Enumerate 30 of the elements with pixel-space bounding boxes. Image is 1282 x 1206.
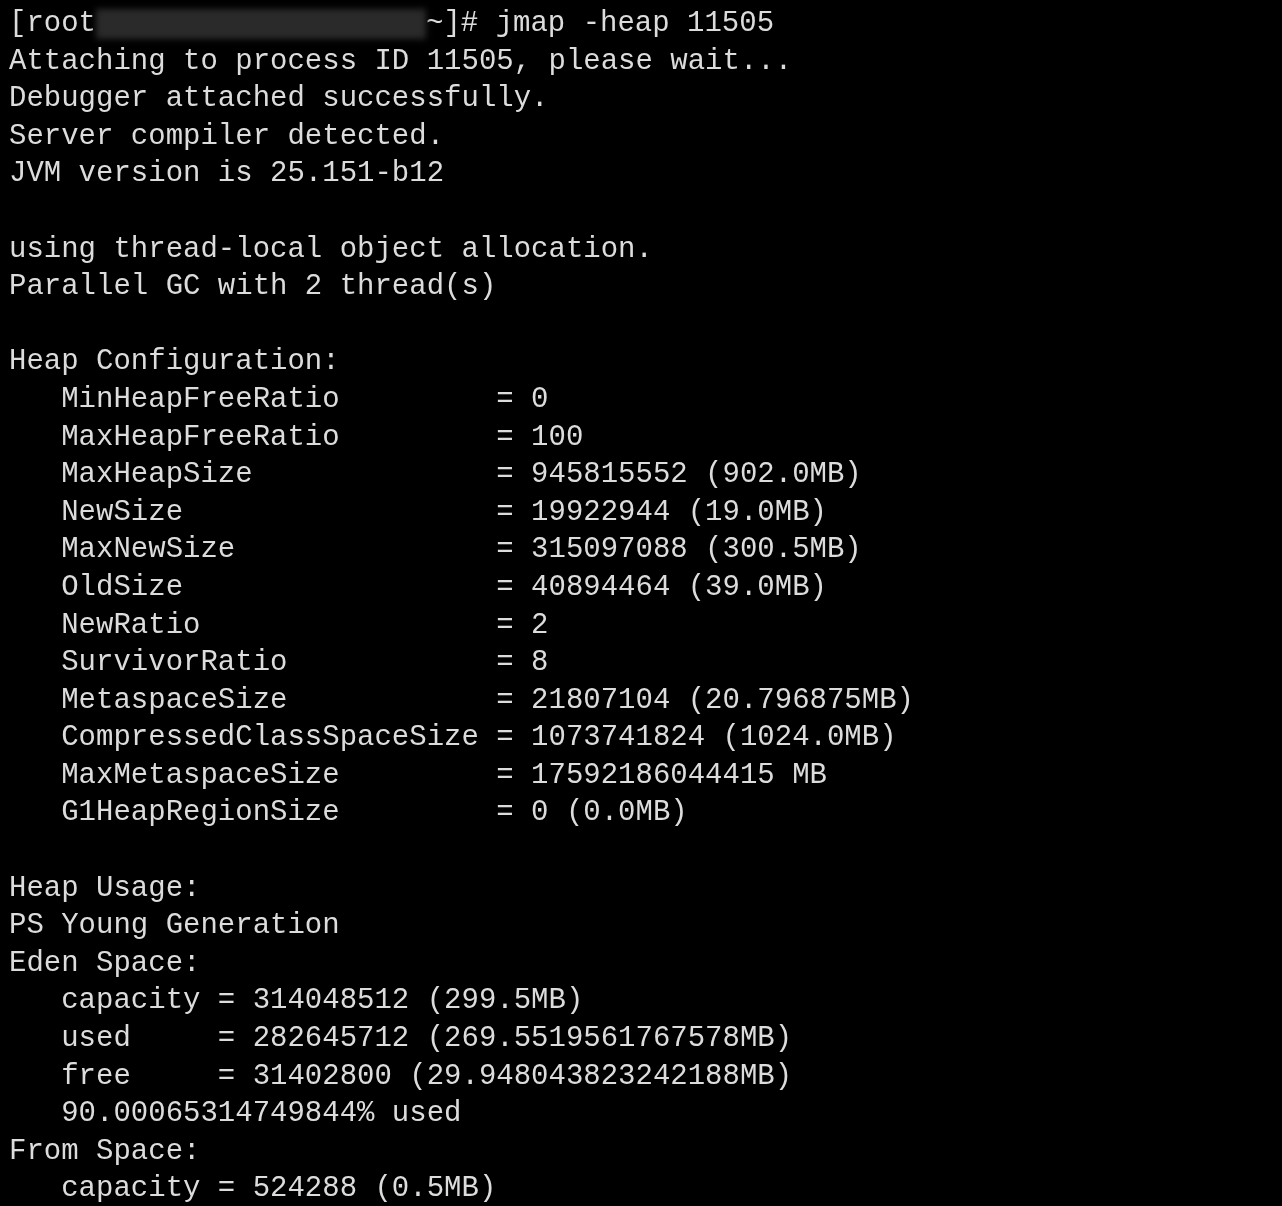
- prompt-user: [root: [9, 6, 96, 42]
- command-text: ~]# jmap -heap 11505: [426, 6, 775, 42]
- terminal-line: MaxHeapSize = 945815552 (902.0MB): [60, 457, 863, 494]
- terminal-line: using thread-local object allocation.: [9, 231, 654, 268]
- terminal-line: Server compiler detected.: [9, 118, 446, 155]
- terminal-line: Eden Space:: [9, 945, 202, 982]
- terminal-line: free = 31402800 (29.948043823242188MB): [60, 1058, 794, 1095]
- terminal-line: JVM version is 25.151-b12: [9, 156, 446, 193]
- terminal-line: OldSize = 40894464 (39.0MB): [60, 569, 828, 606]
- terminal-line: used = 282645712 (269.5519561767578MB): [60, 1021, 794, 1058]
- terminal-line: MinHeapFreeRatio = 0: [60, 381, 550, 418]
- terminal-line: NewRatio = 2: [60, 607, 550, 644]
- terminal-line: MaxMetaspaceSize = 17592186044415 MB: [60, 757, 828, 794]
- terminal-line: CompressedClassSpaceSize = 1073741824 (1024.0MB): [60, 720, 898, 757]
- terminal-line: MetaspaceSize = 21807104 (20.796875MB): [60, 682, 915, 719]
- terminal-line: SurvivorRatio = 8: [60, 645, 550, 682]
- terminal-line: Heap Configuration:: [9, 344, 341, 381]
- terminal-line: NewSize = 19922944 (19.0MB): [60, 494, 828, 531]
- terminal-line: Heap Usage:: [9, 870, 202, 907]
- terminal-line: PS Young Generation: [9, 908, 341, 945]
- terminal-line: MaxHeapFreeRatio = 100: [60, 419, 585, 456]
- terminal-line: G1HeapRegionSize = 0 (0.0MB): [60, 795, 689, 832]
- terminal-line: From Space:: [9, 1133, 202, 1170]
- terminal-line: MaxNewSize = 315097088 (300.5MB): [60, 532, 863, 569]
- terminal-line: Attaching to process ID 11505, please wait...: [9, 43, 794, 80]
- terminal-line: capacity = 524288 (0.5MB): [60, 1171, 498, 1206]
- terminal-line: Debugger attached successfully.: [9, 81, 550, 118]
- terminal-line: capacity = 314048512 (299.5MB): [60, 983, 585, 1020]
- terminal-line: 90.00065314749844% used: [60, 1096, 463, 1133]
- terminal-line: Parallel GC with 2 thread(s): [9, 269, 498, 306]
